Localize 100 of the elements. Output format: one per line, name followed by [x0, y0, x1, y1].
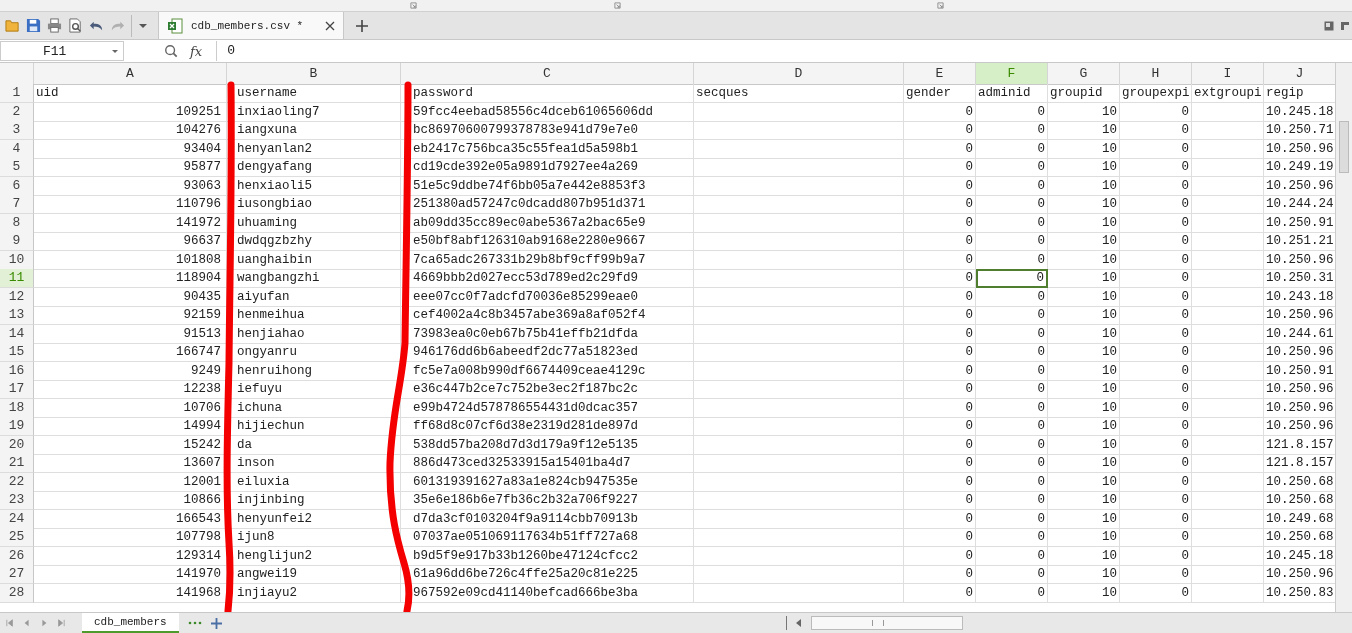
- table-cell: 0: [904, 102, 976, 122]
- table-cell: 0: [1120, 195, 1192, 214]
- table-cell: 109251: [34, 102, 227, 122]
- table-cell: 0: [1120, 102, 1192, 122]
- function-button[interactable]: fx: [190, 43, 203, 59]
- column-header[interactable]: C: [401, 63, 694, 85]
- active-cell[interactable]: 0: [976, 269, 1048, 288]
- column-header[interactable]: J: [1264, 63, 1335, 85]
- table-cell: [1192, 528, 1264, 547]
- table-cell: 0: [1120, 361, 1192, 381]
- print-icon[interactable]: [47, 18, 62, 33]
- formula-field[interactable]: 0: [216, 41, 1352, 61]
- row-header[interactable]: 3: [0, 121, 34, 140]
- column-header[interactable]: B: [227, 63, 401, 85]
- table-cell: eb2417c756bca35c55fea1d5a598b1: [401, 139, 694, 159]
- table-cell: 0: [976, 361, 1048, 381]
- table-cell: 538dd57ba208d7d3d179a9f12e5135: [401, 435, 694, 455]
- select-all-corner[interactable]: [0, 63, 34, 85]
- table-cell: 0: [904, 565, 976, 584]
- row-header[interactable]: 15: [0, 343, 34, 362]
- table-cell: 0: [904, 454, 976, 473]
- previous-sheet-icon[interactable]: [23, 619, 31, 627]
- print-preview-icon[interactable]: [68, 18, 83, 33]
- first-sheet-icon[interactable]: [6, 619, 14, 627]
- new-tab-icon[interactable]: [356, 19, 368, 32]
- scroll-thumb[interactable]: [872, 620, 884, 626]
- table-cell: fc5e7a008b990df6674409ceae4129c: [401, 361, 694, 381]
- dialog-launcher-icon[interactable]: [614, 2, 621, 9]
- table-cell: 0: [976, 213, 1048, 233]
- table-cell: 10: [1048, 398, 1120, 418]
- table-cell: 93404: [34, 139, 227, 159]
- column-header[interactable]: A: [34, 63, 227, 85]
- row-header[interactable]: 17: [0, 380, 34, 399]
- row-header[interactable]: 7: [0, 195, 34, 214]
- table-cell: 0: [1120, 583, 1192, 603]
- folder-icon[interactable]: [5, 18, 20, 33]
- table-cell: 0: [976, 435, 1048, 455]
- table-cell: ff68d8c07cf6d38e2319d281de897d: [401, 417, 694, 436]
- row-header[interactable]: 23: [0, 491, 34, 510]
- table-cell: 10: [1048, 565, 1120, 584]
- row-header[interactable]: 9: [0, 232, 34, 251]
- row-header[interactable]: 5: [0, 158, 34, 177]
- more-icon[interactable]: [187, 621, 202, 625]
- table-cell: 166747: [34, 343, 227, 362]
- column-header[interactable]: D: [694, 63, 904, 85]
- next-sheet-icon[interactable]: [40, 619, 48, 627]
- column-header[interactable]: E: [904, 63, 976, 85]
- table-cell: 10: [1048, 158, 1120, 177]
- restore-icon[interactable]: [1324, 20, 1334, 31]
- row-header[interactable]: 21: [0, 454, 34, 473]
- table-cell: 10866: [34, 491, 227, 510]
- save-icon[interactable]: [26, 18, 41, 33]
- close-icon[interactable]: [325, 20, 335, 31]
- table-cell: 0: [904, 491, 976, 510]
- table-cell: 10: [1048, 546, 1120, 566]
- vertical-scrollbar[interactable]: [1335, 63, 1352, 612]
- last-sheet-icon[interactable]: [57, 619, 65, 627]
- table-cell: 14994: [34, 417, 227, 436]
- table-cell: 10: [1048, 528, 1120, 547]
- scroll-left-icon[interactable]: [796, 619, 802, 627]
- table-cell: 0: [976, 102, 1048, 122]
- table-cell: 10: [1048, 380, 1120, 399]
- column-header[interactable]: F: [976, 63, 1048, 85]
- column-header[interactable]: G: [1048, 63, 1120, 85]
- name-box[interactable]: F11: [0, 41, 124, 61]
- dialog-launcher-icon[interactable]: [410, 2, 417, 9]
- menu-corner-icon[interactable]: [1340, 20, 1350, 31]
- row-header[interactable]: 19: [0, 417, 34, 436]
- table-cell: groupexpi: [1120, 84, 1192, 103]
- table-cell: e36c447b2ce7c752be3ec2f187bc2c: [401, 380, 694, 399]
- row-header[interactable]: 27: [0, 565, 34, 584]
- table-cell: eee07cc0f7adcfd70036e85299eae0: [401, 287, 694, 307]
- document-tab[interactable]: cdb_members.csv *: [158, 12, 344, 39]
- scroll-thumb[interactable]: [1339, 121, 1349, 173]
- table-cell: 10: [1048, 213, 1120, 233]
- table-cell: 0: [904, 361, 976, 381]
- table-cell: [1192, 583, 1264, 603]
- table-cell: henmeihua: [227, 306, 401, 325]
- table-cell: 0: [904, 121, 976, 140]
- sheet-tab[interactable]: cdb_members: [82, 613, 179, 633]
- column-header[interactable]: I: [1192, 63, 1264, 85]
- row-header[interactable]: 11: [0, 269, 34, 288]
- row-header[interactable]: 1: [0, 84, 34, 103]
- search-icon[interactable]: [164, 44, 178, 58]
- dialog-launcher-icon[interactable]: [937, 2, 944, 9]
- horizontal-scrollbar[interactable]: [811, 616, 963, 630]
- table-cell: password: [401, 84, 694, 103]
- table-cell: [1192, 343, 1264, 362]
- table-cell: ab09dd35cc89ec0abe5367a2bac65e9: [401, 213, 694, 233]
- table-cell: 886d473ced32533915a15401ba4d7: [401, 454, 694, 473]
- column-header[interactable]: H: [1120, 63, 1192, 85]
- table-cell: 0: [1120, 509, 1192, 529]
- table-cell: eiluxia: [227, 472, 401, 492]
- table-cell: 0: [976, 324, 1048, 344]
- table-cell: e99b4724d578786554431d0dcac357: [401, 398, 694, 418]
- row-header[interactable]: 25: [0, 528, 34, 547]
- add-sheet-icon[interactable]: [210, 617, 222, 629]
- row-header[interactable]: 13: [0, 306, 34, 325]
- table-cell: 0: [904, 213, 976, 233]
- table-cell: 0: [976, 528, 1048, 547]
